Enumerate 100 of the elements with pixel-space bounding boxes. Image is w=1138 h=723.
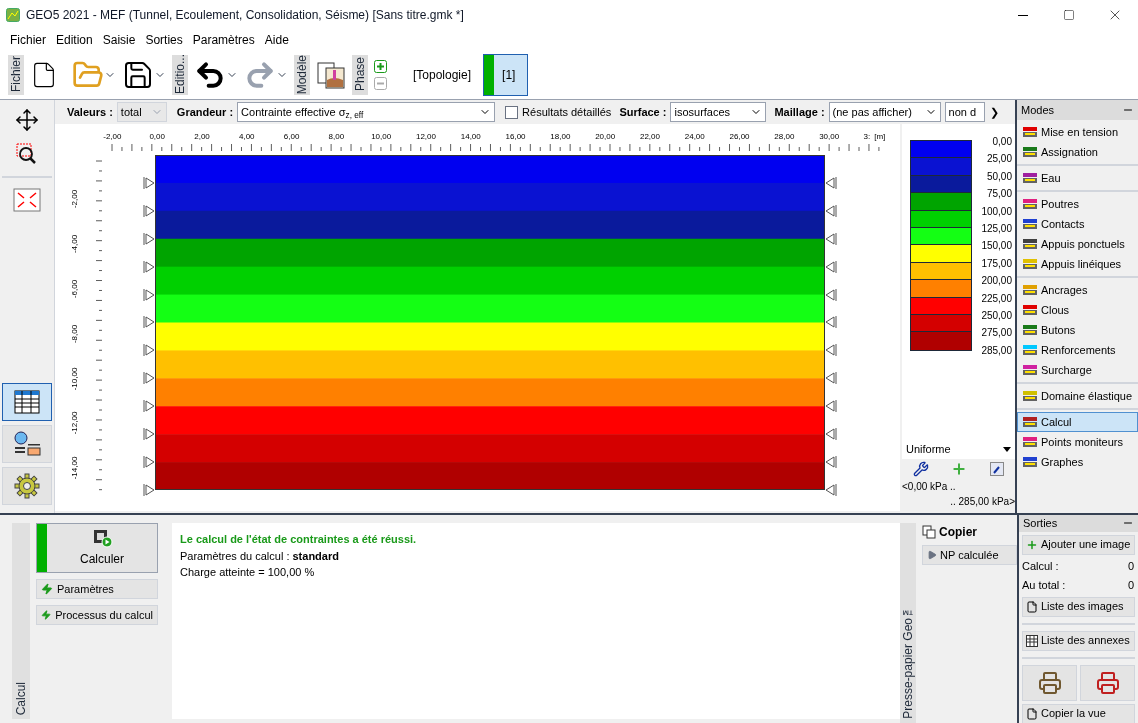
mode-icon	[1022, 171, 1038, 185]
group-title: Phase	[352, 57, 368, 92]
mode-item[interactable]: Poutres	[1017, 194, 1138, 214]
app-icon	[6, 8, 20, 22]
maximize-icon	[1063, 9, 1075, 21]
calculate-button[interactable]: Calculer	[36, 523, 158, 573]
support-icon	[825, 483, 837, 496]
axis-unit: [m]	[874, 131, 886, 143]
window-title: GEO5 2021 - MEF (Tunnel, Ecoulement, Consolidation, Séisme) [Sans titre.gmk *]	[26, 7, 464, 24]
support-icon	[143, 204, 155, 217]
mode-item[interactable]: Clous	[1017, 300, 1138, 320]
support-icon	[143, 372, 155, 385]
menu-item[interactable]: Sorties	[145, 31, 183, 49]
axis-tick-label: -10,00	[69, 367, 80, 390]
axis-tick-label: 3:	[863, 131, 871, 143]
add-image-button[interactable]: Ajouter une image	[1022, 534, 1135, 555]
support-icon	[143, 427, 155, 440]
document-icon	[1026, 600, 1038, 613]
support-icon	[143, 344, 155, 357]
mesh-dropdown[interactable]: (ne pas afficher)	[828, 102, 941, 122]
axis-tick-label: 14,00	[459, 131, 482, 143]
axis-tick-label: 2,00	[193, 131, 211, 143]
mode-item[interactable]: Appuis linéiques	[1017, 254, 1138, 274]
phase-tab[interactable]: [Topologie]	[409, 53, 476, 96]
mode-item[interactable]: Butons	[1017, 320, 1138, 340]
clipboard-item[interactable]: NP calculée	[922, 545, 1017, 565]
axis-tick-label: -6,00	[69, 279, 80, 299]
option-dropdown[interactable]: non d	[944, 102, 985, 122]
mode-item[interactable]: Domaine élastique	[1017, 386, 1138, 406]
lightning-icon	[41, 583, 53, 595]
mode-item[interactable]: Calcul	[1017, 412, 1138, 432]
mode-item[interactable]: Assignation	[1017, 142, 1138, 162]
menu-item[interactable]: Aide	[264, 31, 289, 49]
axis-tick-label: 18,00	[549, 131, 572, 143]
axis-tick-label: 30,00	[818, 131, 841, 143]
mode-item[interactable]: Surcharge	[1017, 360, 1138, 380]
quantity-dropdown[interactable]: Contrainte effective σ$_{z, eff}$	[237, 102, 496, 122]
field-label: Grandeur :	[176, 104, 234, 120]
axis-tick-label: 12,00	[414, 131, 437, 143]
support-icon	[143, 316, 155, 329]
legend-value: 25,00	[986, 152, 1012, 167]
axis-tick-label: -2,00	[102, 131, 123, 143]
menu-item[interactable]: Paramètres	[192, 31, 255, 49]
mode-item[interactable]: Contacts	[1017, 214, 1138, 234]
axis-tick-label: -2,00	[69, 190, 80, 209]
image-list-button[interactable]: Liste des images	[1022, 596, 1135, 617]
support-icon	[825, 288, 837, 301]
annex-list-button[interactable]: Liste des annexes	[1022, 630, 1135, 651]
axis-tick-label: 6,00	[282, 131, 301, 143]
caret-icon	[1003, 446, 1011, 452]
mode-icon	[1022, 435, 1038, 449]
mode-icon	[1022, 363, 1038, 377]
print-button[interactable]	[1022, 664, 1077, 701]
surface-dropdown[interactable]: isosurfaces	[670, 102, 767, 122]
printer-icon	[1037, 670, 1062, 695]
mode-item[interactable]: Renforcements	[1017, 340, 1138, 360]
document-icon	[1026, 707, 1038, 720]
print-button[interactable]	[1080, 664, 1135, 701]
mode-item[interactable]: Points moniteurs	[1017, 432, 1138, 452]
calc-option-button[interactable]: Paramètres	[36, 579, 158, 599]
legend-mode-dropdown[interactable]: Uniforme	[904, 439, 1013, 459]
move-icon[interactable]	[15, 108, 39, 132]
support-icon	[143, 176, 155, 189]
side-tool-button[interactable]	[2, 383, 52, 421]
mode-icon	[1022, 197, 1038, 211]
plus-icon	[1026, 538, 1038, 551]
support-icon	[825, 344, 837, 357]
mode-item[interactable]: Eau	[1017, 168, 1138, 188]
scroll-button[interactable]: ❯	[988, 102, 1001, 122]
phase-tab[interactable]: [1]	[483, 53, 529, 96]
support-icon	[825, 316, 837, 329]
checkbox[interactable]	[505, 105, 519, 119]
copy-view-button[interactable]: Copier la vue	[1022, 703, 1135, 723]
support-icon	[825, 232, 837, 245]
mode-item[interactable]: Appuis ponctuels	[1017, 234, 1138, 254]
mode-icon	[1022, 125, 1038, 139]
fit-view-icon[interactable]	[13, 188, 41, 212]
axis-tick-label: 4,00	[238, 131, 256, 143]
menu-item[interactable]: Fichier	[10, 31, 46, 49]
menu-item[interactable]: Edition	[56, 31, 93, 49]
values-dropdown[interactable]: total	[116, 102, 167, 122]
mode-item[interactable]: Graphes	[1017, 452, 1138, 472]
copy-button[interactable]: Copier	[922, 523, 1017, 541]
mode-item[interactable]: Mise en tension	[1017, 122, 1138, 142]
mode-item[interactable]: Ancrages	[1017, 280, 1138, 300]
menu-item[interactable]: Saisie	[102, 31, 136, 49]
stat-label: Calcul :	[1022, 558, 1059, 574]
support-icon	[143, 232, 155, 245]
result-line: Paramètres du calcul : standard	[180, 548, 340, 564]
legend-value: 285,00	[981, 343, 1012, 358]
copy-icon	[922, 525, 936, 539]
remove-phase-icon[interactable]	[374, 76, 387, 90]
axis-tick-label: -14,00	[69, 456, 80, 480]
panel-side-label: Presse-papier Geo™	[900, 604, 916, 719]
legend-value: 200,00	[981, 274, 1012, 289]
model-icon[interactable]	[316, 59, 346, 90]
field-label: Surface :	[619, 104, 667, 120]
add-phase-icon[interactable]	[374, 59, 387, 73]
calc-option-button[interactable]: Processus du calcul	[36, 605, 158, 625]
support-icon	[143, 455, 155, 468]
